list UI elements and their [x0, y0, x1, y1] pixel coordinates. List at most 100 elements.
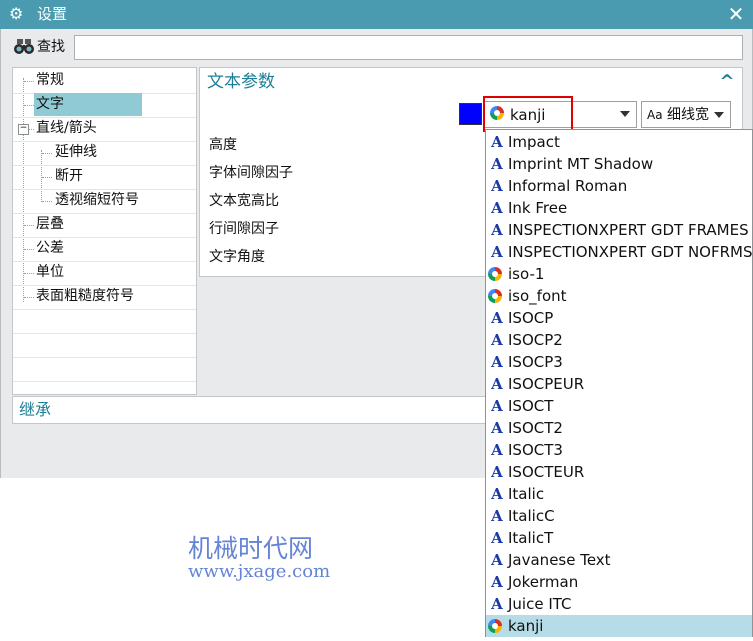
truetype-font-icon: A	[491, 177, 503, 195]
tree-item-tolerance[interactable]: 公差	[13, 237, 196, 262]
font-dropdown-list[interactable]: A Impact A Imprint MT Shadow A Informal Roman…	[485, 129, 753, 637]
font-option[interactable]: A ISOCT2	[486, 417, 752, 439]
font-option[interactable]: iso-1	[486, 263, 752, 285]
font-option[interactable]: A Jokerman	[486, 571, 752, 593]
tree-item-label: 透视缩短符号	[55, 192, 139, 208]
tree-item-stacking[interactable]: 层叠	[13, 213, 196, 238]
tree-item-text[interactable]: 文字	[13, 93, 196, 118]
truetype-font-icon: A	[491, 331, 503, 349]
truetype-font-icon: A	[491, 353, 503, 371]
font-style-icon: Aa	[647, 108, 663, 122]
font-option[interactable]: A Juice ITC	[486, 593, 752, 615]
font-option-label: Juice ITC	[508, 595, 572, 613]
tree-item-general[interactable]: 常规	[13, 69, 196, 94]
tree-item-label: 文字	[34, 93, 142, 116]
tree-empty-row	[13, 309, 196, 334]
search-input[interactable]	[74, 35, 743, 60]
truetype-font-icon: A	[491, 375, 503, 393]
tree-item-foreshortening[interactable]: 透视缩短符号	[13, 189, 196, 214]
font-option[interactable]: A INSPECTIONXPERT GDT FRAMES	[486, 219, 752, 241]
font-option-label: INSPECTIONXPERT GDT NOFRMS	[508, 243, 753, 261]
tree-empty-row	[13, 357, 196, 382]
truetype-font-icon: A	[491, 595, 503, 613]
param-char-spacing-label: 字体间隙因子	[209, 165, 293, 181]
section-title: 文本参数	[207, 72, 275, 92]
font-option[interactable]: A ISOCPEUR	[486, 373, 752, 395]
title-bar: ⚙ 设置 ✕	[0, 0, 753, 29]
chevron-up-icon[interactable]: ^	[717, 72, 737, 92]
nx-font-icon	[488, 289, 502, 303]
font-option-label: ISOCT3	[508, 441, 563, 459]
font-option-label: Impact	[508, 133, 560, 151]
param-height-label: 高度	[209, 137, 237, 153]
watermark-url: www.jxage.com	[188, 561, 331, 582]
font-option[interactable]: A Italic	[486, 483, 752, 505]
font-option[interactable]: kanji	[486, 615, 752, 637]
param-aspect-ratio-label: 文本宽高比	[209, 193, 279, 209]
truetype-font-icon: A	[491, 133, 503, 151]
font-option-label: ISOCP2	[508, 331, 563, 349]
chevron-down-icon	[620, 111, 630, 117]
font-option[interactable]: A Imprint MT Shadow	[486, 153, 752, 175]
red-highlight-box	[483, 96, 573, 132]
font-option[interactable]: A ISOCTEUR	[486, 461, 752, 483]
font-option-label: ISOCT	[508, 397, 554, 415]
font-option[interactable]: A Ink Free	[486, 197, 752, 219]
text-color-swatch[interactable]	[459, 103, 482, 125]
nx-font-icon	[488, 619, 502, 633]
tree-item-label: 公差	[36, 240, 64, 256]
window-title: 设置	[37, 5, 68, 23]
tree-item-surface-finish[interactable]: 表面粗糙度符号	[13, 285, 196, 310]
font-option[interactable]: A Javanese Text	[486, 549, 752, 571]
font-option-label: ItalicC	[508, 507, 555, 525]
line-width-select[interactable]: Aa 细线宽	[641, 101, 731, 128]
truetype-font-icon: A	[491, 573, 503, 591]
font-option[interactable]: A ISOCP3	[486, 351, 752, 373]
font-option[interactable]: A ISOCT3	[486, 439, 752, 461]
tree-item-label: 直线/箭头	[36, 120, 97, 136]
tree-item-line-arrow[interactable]: 直线/箭头	[13, 117, 196, 142]
font-option-label: ISOCP3	[508, 353, 563, 371]
font-option[interactable]: A ISOCT	[486, 395, 752, 417]
collapse-tree-icon[interactable]: −	[18, 124, 29, 135]
truetype-font-icon: A	[491, 551, 503, 569]
font-option[interactable]: A ISOCP	[486, 307, 752, 329]
truetype-font-icon: A	[491, 221, 503, 239]
font-option-label: ItalicT	[508, 529, 554, 547]
tree-item-label: 单位	[36, 264, 64, 280]
font-option-label: Imprint MT Shadow	[508, 155, 654, 173]
tree-item-label: 断开	[55, 168, 83, 184]
truetype-font-icon: A	[491, 529, 503, 547]
font-option-label: ISOCT2	[508, 419, 563, 437]
font-option-label: ISOCPEUR	[508, 375, 585, 393]
font-option-label: ISOCTEUR	[508, 463, 585, 481]
font-option-label: Informal Roman	[508, 177, 628, 195]
font-option-label: Javanese Text	[508, 551, 611, 569]
truetype-font-icon: A	[491, 155, 503, 173]
font-option-label: Jokerman	[508, 573, 579, 591]
font-option[interactable]: A Impact	[486, 131, 752, 153]
tree-item-label: 常规	[36, 72, 64, 88]
truetype-font-icon: A	[491, 419, 503, 437]
param-line-spacing-label: 行间隙因子	[209, 221, 279, 237]
font-option[interactable]: A INSPECTIONXPERT GDT NOFRMS	[486, 241, 752, 263]
truetype-font-icon: A	[491, 199, 503, 217]
font-option-label: iso_font	[508, 287, 567, 305]
font-option[interactable]: A Informal Roman	[486, 175, 752, 197]
tree-empty-row	[13, 333, 196, 358]
param-text-angle-label: 文字角度	[209, 249, 265, 265]
font-option-label: Italic	[508, 485, 545, 503]
tree-item-break[interactable]: 断开	[13, 165, 196, 190]
tree-item-label: 表面粗糙度符号	[36, 288, 134, 304]
font-option[interactable]: A ISOCP2	[486, 329, 752, 351]
tree-item-units[interactable]: 单位	[13, 261, 196, 286]
font-option-label: iso-1	[508, 265, 545, 283]
font-option[interactable]: A ItalicC	[486, 505, 752, 527]
nx-font-icon	[488, 267, 502, 281]
tree-item-extension-line[interactable]: 延伸线	[13, 141, 196, 166]
font-option[interactable]: A ItalicT	[486, 527, 752, 549]
font-option[interactable]: iso_font	[486, 285, 752, 307]
truetype-font-icon: A	[491, 485, 503, 503]
close-icon[interactable]: ✕	[725, 3, 747, 25]
search-label: 查找	[37, 39, 65, 55]
